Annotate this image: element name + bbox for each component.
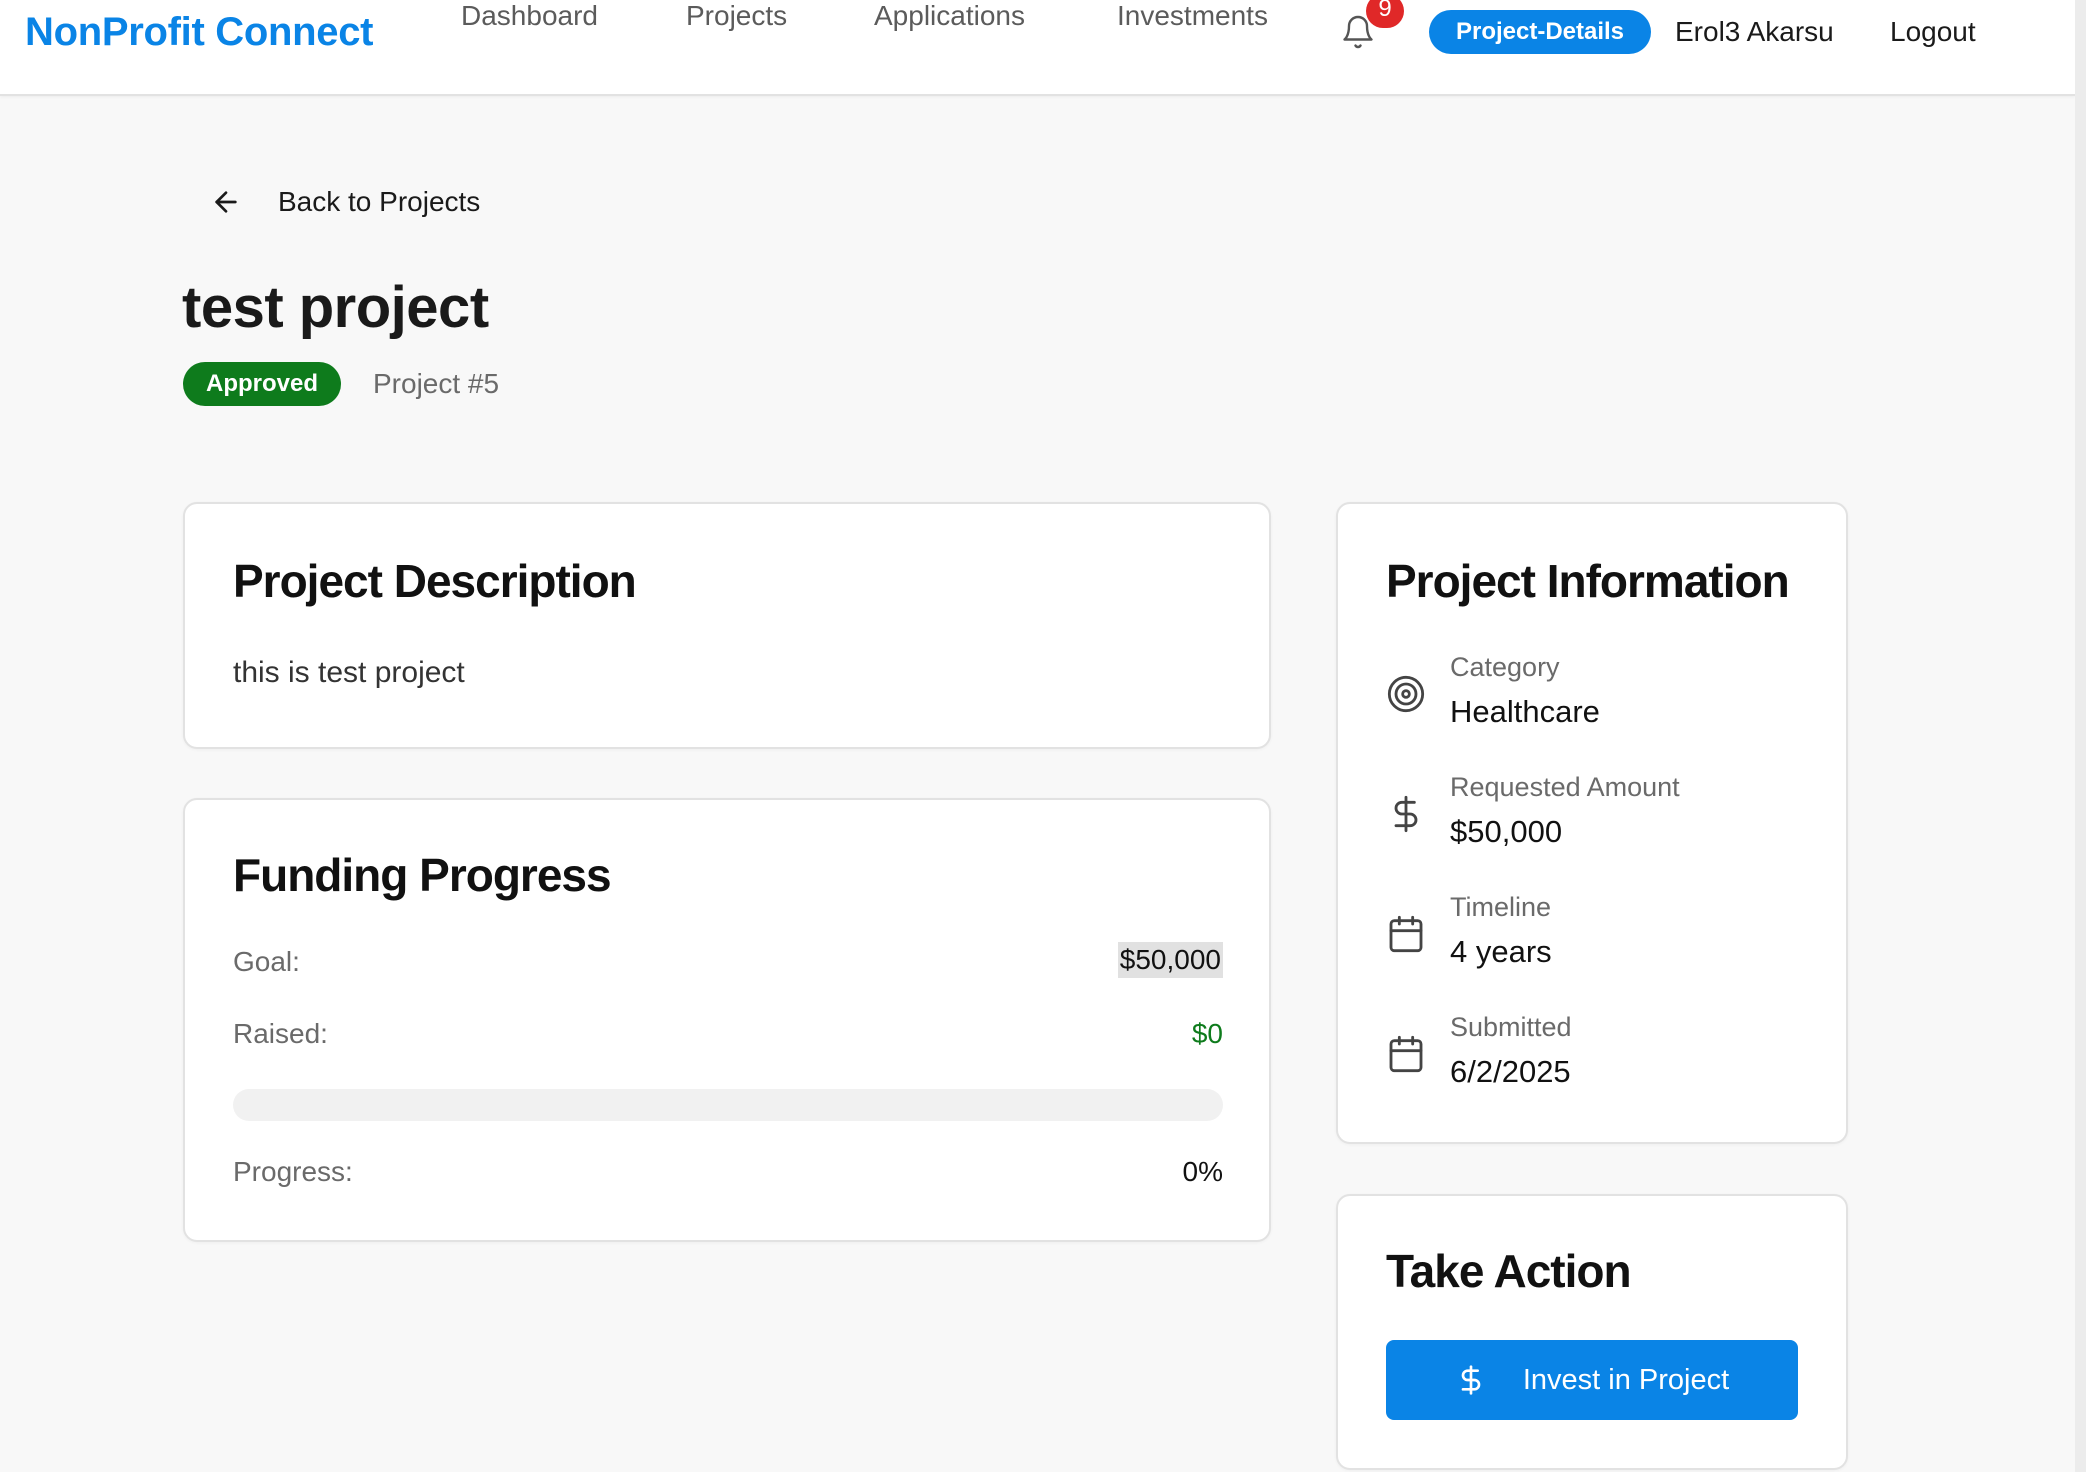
dollar-icon bbox=[1461, 1365, 1481, 1395]
info-label: Timeline bbox=[1450, 892, 1552, 922]
nav-link-applications[interactable]: Applications bbox=[874, 0, 1025, 32]
description-text: this is test project bbox=[233, 656, 465, 689]
back-to-projects-link[interactable]: Back to Projects bbox=[210, 180, 480, 224]
progress-label: Progress: bbox=[233, 1156, 353, 1187]
progress-value: 0% bbox=[1182, 1156, 1223, 1187]
raised-label: Raised: bbox=[233, 1018, 328, 1049]
info-value: Healthcare bbox=[1450, 694, 1600, 729]
brand-logo[interactable]: NonProfit Connect bbox=[25, 10, 374, 55]
funding-progress-bar bbox=[233, 1089, 1223, 1121]
notification-count-badge: 9 bbox=[1366, 0, 1404, 28]
info-label: Submitted bbox=[1450, 1012, 1572, 1042]
info-label: Requested Amount bbox=[1450, 772, 1680, 802]
info-item-requested-amount: Requested Amount $50,000 bbox=[1386, 772, 1806, 868]
logout-button[interactable]: Logout bbox=[1890, 16, 1976, 48]
info-item-submitted: Submitted 6/2/2025 bbox=[1386, 1012, 1806, 1108]
info-item-timeline: Timeline 4 years bbox=[1386, 892, 1806, 988]
info-value: 4 years bbox=[1450, 934, 1552, 969]
info-value: $50,000 bbox=[1450, 814, 1563, 849]
status-badge: Approved bbox=[183, 362, 341, 406]
nav-link-investments[interactable]: Investments bbox=[1117, 0, 1268, 32]
project-information-card: Project Information Category Healthcare … bbox=[1336, 502, 1848, 1144]
target-icon bbox=[1387, 675, 1425, 713]
project-number: Project #5 bbox=[373, 368, 500, 399]
funding-card-title: Funding Progress bbox=[233, 849, 612, 901]
information-card-title: Project Information bbox=[1386, 555, 1790, 607]
back-link-label: Back to Projects bbox=[278, 186, 481, 217]
nav-link-projects[interactable]: Projects bbox=[686, 0, 787, 32]
project-description-card: Project Description this is test project bbox=[183, 502, 1271, 749]
user-name[interactable]: Erol3 Akarsu bbox=[1675, 16, 1834, 48]
info-value: 6/2/2025 bbox=[1450, 1054, 1571, 1089]
raised-value: $0 bbox=[1191, 1018, 1223, 1049]
page-title: test project bbox=[182, 275, 489, 340]
goal-label: Goal: bbox=[233, 946, 300, 977]
goal-value: $50,000 bbox=[1117, 942, 1223, 978]
take-action-card: Take Action Invest in Project bbox=[1336, 1194, 1848, 1470]
arrow-left-icon bbox=[215, 191, 237, 213]
info-label: Category bbox=[1450, 652, 1560, 682]
invest-button-label: Invest in Project bbox=[1522, 1363, 1730, 1396]
calendar-icon bbox=[1389, 915, 1423, 953]
calendar-icon bbox=[1389, 1035, 1423, 1073]
description-card-title: Project Description bbox=[233, 555, 637, 607]
action-card-title: Take Action bbox=[1386, 1245, 1632, 1297]
dollar-icon bbox=[1394, 795, 1418, 833]
info-item-category: Category Healthcare bbox=[1386, 652, 1806, 748]
scrollbar-track[interactable] bbox=[2075, 0, 2086, 1472]
top-navbar: NonProfit Connect Dashboard Projects App… bbox=[0, 0, 2075, 96]
nav-link-dashboard[interactable]: Dashboard bbox=[461, 0, 598, 32]
invest-in-project-button[interactable]: Invest in Project bbox=[1386, 1340, 1798, 1420]
active-page-pill[interactable]: Project-Details bbox=[1429, 10, 1651, 54]
funding-progress-card: Funding Progress Goal: $50,000 Raised: $… bbox=[183, 798, 1271, 1242]
